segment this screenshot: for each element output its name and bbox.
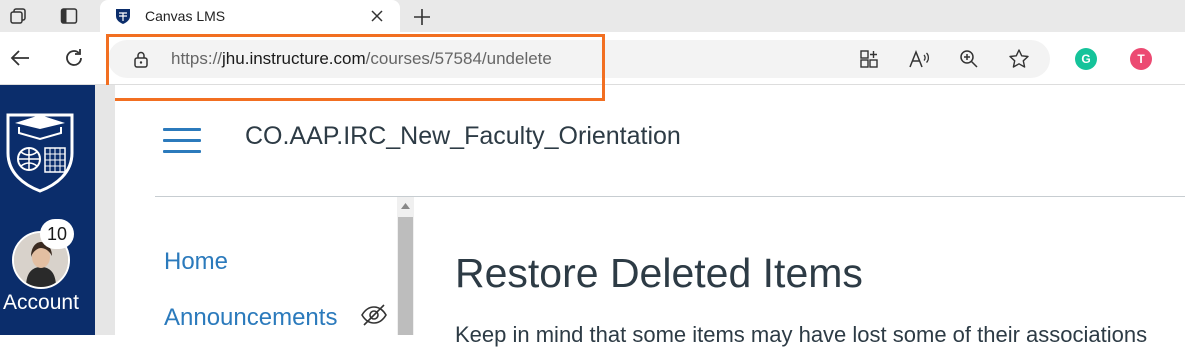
back-arrow-icon[interactable] (7, 45, 33, 71)
course-title[interactable]: CO.AAP.IRC_New_Faculty_Orientation (245, 122, 681, 151)
tab-title: Canvas LMS (145, 8, 226, 24)
jhu-shield-logo-icon[interactable] (5, 109, 75, 193)
new-tab-icon[interactable] (410, 5, 434, 29)
jhu-shield-icon (116, 9, 130, 24)
read-aloud-icon[interactable] (908, 48, 930, 70)
scroll-up-arrow-icon[interactable] (397, 197, 414, 214)
refresh-icon[interactable] (61, 45, 87, 71)
favorite-star-icon[interactable] (1008, 48, 1030, 70)
tab-canvas-lms[interactable]: Canvas LMS (100, 0, 400, 32)
url-highlight-box (106, 34, 605, 101)
notification-count-badge: 10 (40, 219, 74, 249)
tracker-extension-icon[interactable]: T (1130, 48, 1152, 70)
global-nav: 10 Account (0, 85, 95, 335)
grammarly-extension-icon[interactable]: G (1075, 48, 1097, 70)
workspaces-icon[interactable] (7, 5, 29, 27)
course-nav-announcements[interactable]: Announcements (164, 304, 337, 332)
course-nav-scrollbar[interactable] (397, 197, 414, 335)
app-grid-add-icon[interactable] (858, 48, 880, 70)
close-tab-icon[interactable] (368, 7, 386, 25)
account-label[interactable]: Account (0, 291, 82, 315)
intro-text: Keep in mind that some items may have lo… (455, 322, 1148, 347)
nav-divider-strip (95, 85, 115, 335)
header-divider (155, 196, 1185, 197)
tab-strip: Canvas LMS (0, 0, 1185, 32)
scrollbar-thumb[interactable] (398, 217, 413, 335)
page-title: Restore Deleted Items (455, 250, 863, 296)
course-menu-hamburger-icon[interactable] (163, 128, 201, 154)
course-nav-home[interactable]: Home (164, 248, 228, 276)
zoom-in-icon[interactable] (958, 48, 980, 70)
eye-slash-icon (361, 304, 387, 326)
tab-actions-icon[interactable] (58, 5, 80, 27)
